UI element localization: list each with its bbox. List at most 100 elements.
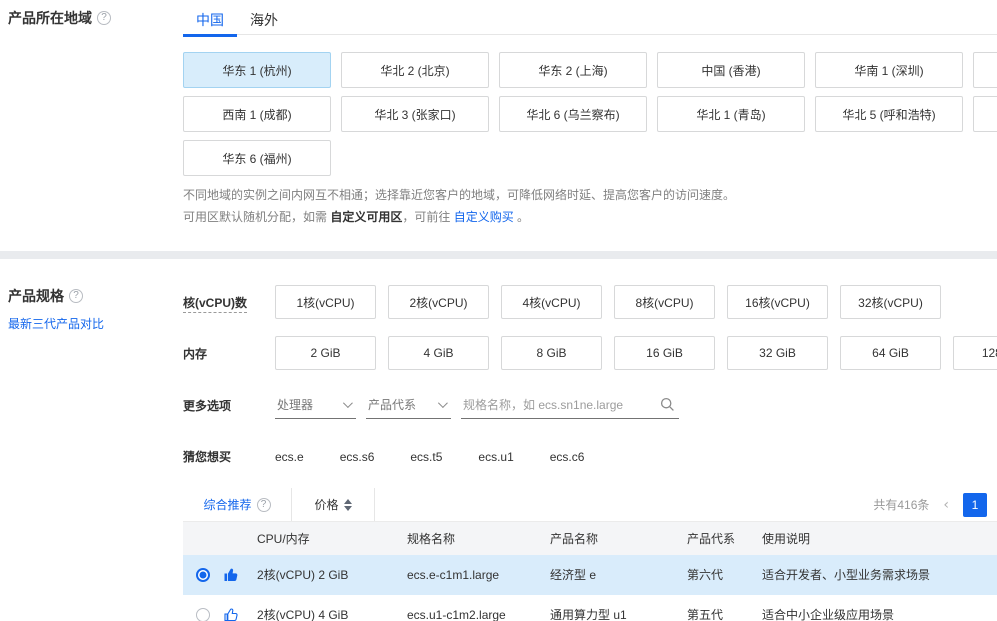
table-row[interactable]: 2核(vCPU) 2 GiB ecs.e-c1m1.large 经济型 e 第六… [183, 555, 997, 595]
vcpu-option-1[interactable]: 1核(vCPU) [275, 285, 376, 319]
note-suffix: 。 [514, 210, 529, 224]
family-filter-select[interactable]: 产品代系 [366, 391, 451, 419]
region-button-fuzhou[interactable]: 华东 6 (福州) [183, 140, 331, 176]
row2-family: 第五代 [687, 606, 762, 621]
mem-option-16[interactable]: 16 GiB [614, 336, 715, 370]
more-options-label: 更多选项 [183, 397, 275, 414]
family-filter-label: 产品代系 [368, 396, 416, 413]
region-button-qingdao[interactable]: 华北 1 (青岛) [657, 96, 805, 132]
tab-overseas[interactable]: 海外 [237, 8, 291, 35]
spec-search-box [461, 391, 679, 419]
vcpu-label: 核(vCPU)数 [183, 294, 275, 311]
table-header-row: CPU/内存 规格名称 产品名称 产品代系 使用说明 [183, 522, 997, 555]
guess-link-ecs-s6[interactable]: ecs.s6 [340, 450, 375, 464]
memory-row: 内存 2 GiB 4 GiB 8 GiB 16 GiB 32 GiB 64 Gi… [183, 336, 997, 370]
table-row[interactable]: 2核(vCPU) 4 GiB ecs.u1-c1m2.large 通用算力型 u… [183, 595, 997, 621]
note-custom-zone: 自定义可用区 [330, 210, 402, 224]
vcpu-option-32[interactable]: 32核(vCPU) [840, 285, 941, 319]
vcpu-option-16[interactable]: 16核(vCPU) [727, 285, 828, 319]
region-button-partial-2[interactable] [973, 96, 997, 132]
region-label-col: 产品所在地域 ? [0, 0, 183, 228]
compare-generations-link[interactable]: 最新三代产品对比 [8, 315, 104, 332]
row1-usage: 适合开发者、小型业务需求场景 [762, 566, 997, 583]
custom-buy-link[interactable]: 自定义购买 [454, 210, 514, 224]
region-button-partial-1[interactable] [973, 52, 997, 88]
memory-label: 内存 [183, 345, 275, 362]
row1-family: 第六代 [687, 566, 762, 583]
mem-option-32[interactable]: 32 GiB [727, 336, 828, 370]
region-button-hohhot[interactable]: 华北 5 (呼和浩特) [815, 96, 963, 132]
recommend-help-icon[interactable]: ? [257, 498, 271, 512]
spec-title-text: 产品规格 [8, 286, 64, 306]
region-button-chengdu[interactable]: 西南 1 (成都) [183, 96, 331, 132]
region-button-zhangjiakou[interactable]: 华北 3 (张家口) [341, 96, 489, 132]
guess-link-ecs-e[interactable]: ecs.e [275, 450, 304, 464]
sort-tab-recommend[interactable]: 综合推荐 ? [183, 488, 292, 521]
mem-option-2[interactable]: 2 GiB [275, 336, 376, 370]
region-button-ulanqab[interactable]: 华北 6 (乌兰察布) [499, 96, 647, 132]
row2-cpu-mem: 2核(vCPU) 4 GiB [257, 606, 407, 621]
row1-product-name: 经济型 e [550, 566, 687, 583]
radio-unselected[interactable] [196, 608, 210, 621]
sort-recommend-label: 综合推荐 [203, 496, 251, 513]
instance-table: 综合推荐 ? 价格 共有416条 ‹ 1 [183, 488, 997, 621]
vcpu-option-8[interactable]: 8核(vCPU) [614, 285, 715, 319]
region-button-beijing[interactable]: 华北 2 (北京) [341, 52, 489, 88]
region-title-text: 产品所在地域 [8, 8, 92, 28]
header-product-name: 产品名称 [550, 530, 687, 547]
mem-option-8[interactable]: 8 GiB [501, 336, 602, 370]
region-button-shenzhen[interactable]: 华南 1 (深圳) [815, 52, 963, 88]
thumb-up-filled-icon[interactable] [223, 567, 239, 583]
spec-search-input[interactable] [463, 398, 648, 412]
mem-option-4[interactable]: 4 GiB [388, 336, 489, 370]
header-family: 产品代系 [687, 530, 762, 547]
region-row-3: 华东 6 (福州) [183, 140, 997, 176]
region-note-line2: 可用区默认随机分配，如需 自定义可用区，可前往 自定义购买 。 [183, 206, 997, 228]
sort-tab-price[interactable]: 价格 [292, 488, 375, 521]
chevron-down-icon [343, 398, 353, 408]
radio-selected[interactable] [196, 568, 210, 582]
total-count: 共有416条 [873, 496, 929, 513]
region-note-line1: 不同地域的实例之间内网互不相通；选择靠近您客户的地域，可降低网络时延、提高您客户… [183, 184, 997, 206]
tab-china[interactable]: 中国 [183, 8, 237, 35]
vcpu-row: 核(vCPU)数 1核(vCPU) 2核(vCPU) 4核(vCPU) 8核(v… [183, 285, 997, 319]
mem-option-128[interactable]: 128 GiB [953, 336, 997, 370]
search-icon[interactable] [660, 397, 675, 412]
thumb-up-outline-icon[interactable] [223, 607, 239, 621]
processor-filter-select[interactable]: 处理器 [275, 391, 356, 419]
row1-controls [183, 567, 257, 583]
row2-usage: 适合中小企业级应用场景 [762, 606, 997, 621]
vcpu-option-2[interactable]: 2核(vCPU) [388, 285, 489, 319]
more-options-row: 更多选项 处理器 产品代系 [183, 391, 997, 419]
guess-link-ecs-u1[interactable]: ecs.u1 [478, 450, 513, 464]
prev-page-icon[interactable]: ‹ [943, 497, 949, 513]
header-spec-name: 规格名称 [407, 530, 550, 547]
region-row-1: 华东 1 (杭州) 华北 2 (北京) 华东 2 (上海) 中国 (香港) 华南… [183, 52, 997, 88]
region-button-shanghai[interactable]: 华东 2 (上海) [499, 52, 647, 88]
mem-option-64[interactable]: 64 GiB [840, 336, 941, 370]
row1-cpu-mem: 2核(vCPU) 2 GiB [257, 566, 407, 583]
header-cpu-mem: CPU/内存 [257, 530, 407, 547]
section-divider [0, 251, 997, 259]
note-prefix: 可用区默认随机分配，如需 [183, 210, 330, 224]
guess-link-ecs-c6[interactable]: ecs.c6 [550, 450, 585, 464]
region-button-hongkong[interactable]: 中国 (香港) [657, 52, 805, 88]
region-help-icon[interactable]: ? [97, 11, 111, 25]
chevron-down-icon [438, 398, 448, 408]
spec-help-icon[interactable]: ? [69, 289, 83, 303]
row2-product-name: 通用算力型 u1 [550, 606, 687, 621]
note-mid: ，可前往 [402, 210, 453, 224]
pagination: 共有416条 ‹ 1 [873, 488, 997, 521]
page-number-1[interactable]: 1 [963, 493, 987, 517]
region-tabs: 中国 海外 [183, 0, 997, 35]
spec-section: 产品规格 ? 最新三代产品对比 核(vCPU)数 1核(vCPU) 2核(vCP… [0, 259, 997, 621]
region-button-hangzhou[interactable]: 华东 1 (杭州) [183, 52, 331, 88]
row2-spec-name: ecs.u1-c1m2.large [407, 608, 550, 621]
header-usage: 使用说明 [762, 530, 997, 547]
ecs-buy-page: 产品所在地域 ? 中国 海外 华东 1 (杭州) 华北 2 (北京) 华东 2 … [0, 0, 997, 621]
price-sort-icon [344, 499, 352, 511]
row1-spec-name: ecs.e-c1m1.large [407, 568, 550, 582]
region-note: 不同地域的实例之间内网互不相通；选择靠近您客户的地域，可降低网络时延、提高您客户… [183, 184, 997, 228]
vcpu-option-4[interactable]: 4核(vCPU) [501, 285, 602, 319]
guess-link-ecs-t5[interactable]: ecs.t5 [410, 450, 442, 464]
